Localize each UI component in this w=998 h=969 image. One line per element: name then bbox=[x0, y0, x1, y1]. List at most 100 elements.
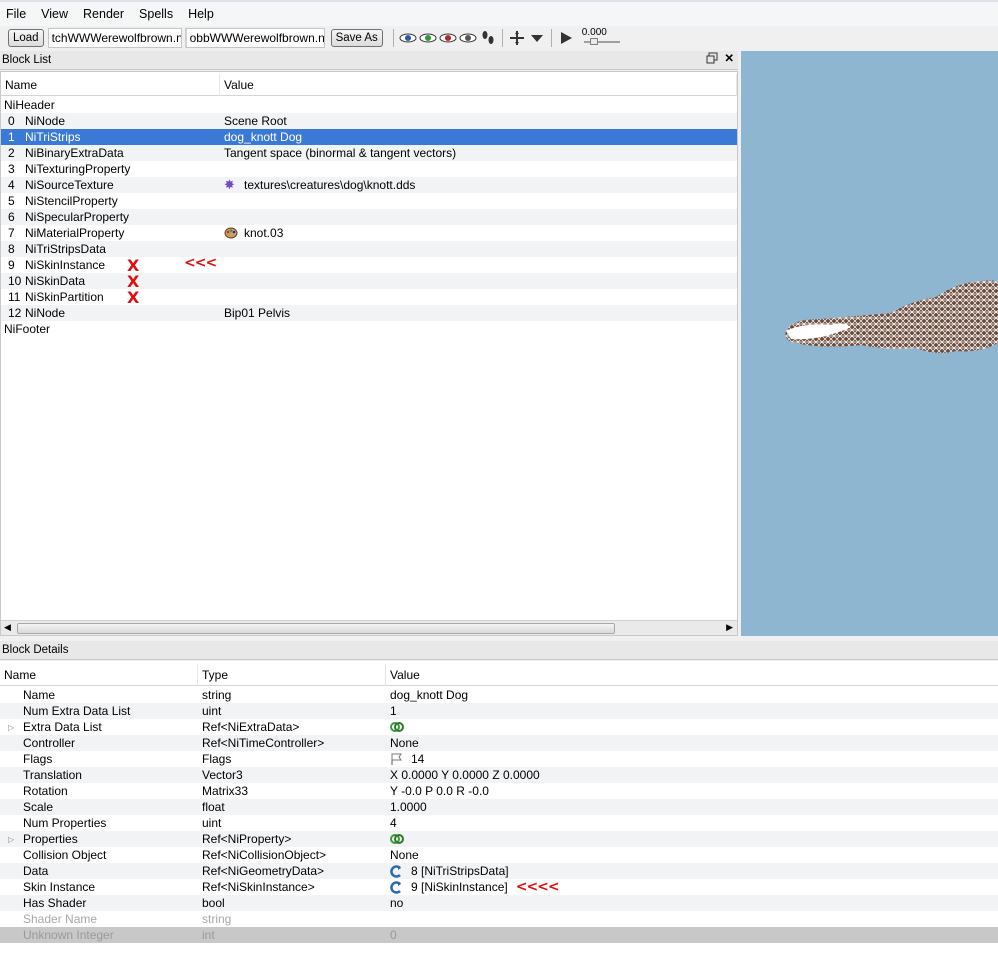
detail-value-cell[interactable]: no bbox=[386, 896, 403, 910]
block-row[interactable]: 10 NiSkinData bbox=[1, 273, 737, 289]
block-row[interactable]: 2 NiBinaryExtraData Tangent space (binorma… bbox=[1, 145, 737, 161]
detail-row[interactable]: ▷ Properties Ref<NiProperty> bbox=[0, 831, 998, 847]
row-index: 4 bbox=[8, 178, 15, 192]
menu-view[interactable]: View bbox=[41, 7, 68, 21]
block-row[interactable]: 3 NiTexturingProperty bbox=[1, 161, 737, 177]
detail-value-cell[interactable]: 1.0000 bbox=[386, 800, 427, 814]
detail-value-cell[interactable]: dog_knott Dog bbox=[386, 688, 468, 702]
view-eye-grey-icon[interactable] bbox=[458, 28, 478, 48]
detail-type: bool bbox=[202, 896, 225, 910]
detail-value-cell[interactable] bbox=[386, 721, 408, 733]
detail-row[interactable]: Unknown Integer int 0 bbox=[0, 927, 998, 943]
detail-value-cell[interactable]: 14 bbox=[386, 752, 424, 766]
detail-value-cell[interactable]: None bbox=[386, 736, 419, 750]
detail-value-cell[interactable]: 1 bbox=[386, 704, 397, 718]
detail-value-cell[interactable]: 9 [NiSkinInstance] <<<< bbox=[386, 879, 560, 895]
tree-row-header[interactable]: NiHeader bbox=[1, 97, 737, 113]
row-name: NiSkinData bbox=[25, 274, 86, 288]
row-name: NiFooter bbox=[4, 322, 51, 336]
load-button[interactable]: Load bbox=[8, 29, 44, 47]
scroll-thumb[interactable] bbox=[17, 623, 615, 634]
load-file-field[interactable]: tchWWWerewolfbrown.nif bbox=[47, 28, 182, 48]
block-row[interactable]: 4 NiSourceTexture ✸ textures\creatures\dog\… bbox=[1, 177, 737, 193]
block-row[interactable]: 5 NiStencilProperty bbox=[1, 193, 737, 209]
detail-row[interactable]: Data Ref<NiGeometryData> 8 [NiTriStripsDat… bbox=[0, 863, 998, 879]
view-eye-green-icon[interactable] bbox=[418, 28, 438, 48]
block-row[interactable]: 1 NiTriStrips dog_knott Dog bbox=[1, 129, 737, 145]
detail-row[interactable]: Rotation Matrix33 Y -0.0 P 0.0 R -0.0 bbox=[0, 783, 998, 799]
play-icon[interactable] bbox=[556, 28, 576, 48]
row-index: 1 bbox=[8, 130, 15, 144]
detail-value-cell[interactable] bbox=[386, 833, 408, 845]
expand-arrow-icon[interactable]: ▷ bbox=[8, 835, 23, 844]
col-value[interactable]: Value bbox=[220, 73, 737, 96]
detail-value-cell[interactable]: X 0.0000 Y 0.0000 Z 0.0000 bbox=[386, 768, 540, 782]
detail-name: Translation bbox=[23, 768, 82, 782]
block-row[interactable]: 12 NiNode Bip01 Pelvis bbox=[1, 305, 737, 321]
detail-row[interactable]: Collision Object Ref<NiCollisionObject> No… bbox=[0, 847, 998, 863]
slider-thumb[interactable] bbox=[589, 38, 598, 45]
detail-row[interactable]: Num Extra Data List uint 1 bbox=[0, 703, 998, 719]
block-row[interactable]: 11 NiSkinPartition bbox=[1, 289, 737, 305]
detail-row[interactable]: Flags Flags 14 bbox=[0, 751, 998, 767]
detail-type: Ref<NiProperty> bbox=[202, 832, 292, 846]
save-as-button[interactable]: Save As bbox=[330, 29, 383, 47]
detail-row[interactable]: ▷ Extra Data List Ref<NiExtraData> bbox=[0, 719, 998, 735]
col-value[interactable]: Value bbox=[386, 664, 998, 686]
time-slider[interactable]: 0.000 bbox=[582, 27, 622, 49]
col-type[interactable]: Type bbox=[198, 663, 386, 686]
detail-value-cell[interactable]: None bbox=[386, 848, 419, 862]
detail-value-cell[interactable]: 0 bbox=[386, 928, 397, 942]
horizontal-scrollbar[interactable]: ◀ ▶ bbox=[1, 620, 737, 635]
scroll-right-icon[interactable]: ▶ bbox=[726, 622, 733, 633]
render-viewport[interactable] bbox=[741, 51, 998, 636]
toolbar-separator bbox=[392, 29, 394, 47]
block-row[interactable]: 7 NiMaterialProperty knot.03 bbox=[1, 225, 737, 241]
detail-row[interactable]: Shader Name string bbox=[0, 911, 998, 927]
menu-file[interactable]: File bbox=[6, 7, 26, 21]
detail-name-cell: Data bbox=[0, 864, 198, 878]
detail-name-cell: Skin Instance bbox=[0, 880, 198, 894]
col-name[interactable]: Name bbox=[1, 73, 220, 96]
dropdown-icon[interactable] bbox=[527, 28, 547, 48]
row-index: 5 bbox=[8, 194, 15, 208]
footprint-icon[interactable] bbox=[478, 28, 498, 48]
save-file-field[interactable]: obbWWWerewolfbrown.nif bbox=[184, 28, 325, 48]
detail-type: string bbox=[202, 912, 232, 926]
block-row[interactable]: 0 NiNode Scene Root bbox=[1, 113, 737, 129]
ref-icon bbox=[390, 864, 411, 878]
scroll-left-icon[interactable]: ◀ bbox=[4, 622, 11, 633]
detail-value-cell[interactable]: 4 bbox=[386, 816, 397, 830]
expand-arrow-icon[interactable]: ▷ bbox=[8, 723, 23, 732]
view-eye-red-icon[interactable] bbox=[438, 28, 458, 48]
float-icon[interactable] bbox=[706, 52, 718, 67]
block-row[interactable]: 6 NiSpecularProperty bbox=[1, 209, 737, 225]
menu-help[interactable]: Help bbox=[188, 7, 214, 21]
block-list-table: Name Value NiHeader 0 NiNode Scene Root 1 NiT… bbox=[0, 71, 738, 636]
detail-row[interactable]: Num Properties uint 4 bbox=[0, 815, 998, 831]
detail-row[interactable]: Controller Ref<NiTimeController> None bbox=[0, 735, 998, 751]
detail-row[interactable]: Scale float 1.0000 bbox=[0, 799, 998, 815]
block-row[interactable]: 8 NiTriStripsData bbox=[1, 241, 737, 257]
detail-type: Flags bbox=[202, 752, 232, 766]
view-eye-blue-icon[interactable] bbox=[398, 28, 418, 48]
detail-value-cell[interactable]: Y -0.0 P 0.0 R -0.0 bbox=[386, 784, 489, 798]
menu-render[interactable]: Render bbox=[83, 7, 124, 21]
row-value: Bip01 Pelvis bbox=[224, 306, 291, 320]
col-name[interactable]: Name bbox=[0, 663, 198, 686]
move-icon[interactable] bbox=[507, 28, 527, 48]
detail-row[interactable]: Translation Vector3 X 0.0000 Y 0.0000 Z 0.… bbox=[0, 767, 998, 783]
detail-row[interactable]: Has Shader bool no bbox=[0, 895, 998, 911]
detail-row[interactable]: Skin Instance Ref<NiSkinInstance> 9 [NiSki… bbox=[0, 879, 998, 895]
detail-value-cell[interactable]: 8 [NiTriStripsData] bbox=[386, 864, 509, 878]
block-row[interactable]: 9 NiSkinInstance bbox=[1, 257, 737, 273]
row-name: NiHeader bbox=[4, 98, 55, 112]
menu-bar: File View Render Spells Help bbox=[0, 0, 998, 26]
close-icon[interactable]: ✕ bbox=[724, 51, 734, 65]
tree-row-footer[interactable]: NiFooter bbox=[1, 321, 737, 337]
detail-name: Extra Data List bbox=[23, 720, 102, 734]
detail-row[interactable]: Name string dog_knott Dog bbox=[0, 687, 998, 703]
menu-spells[interactable]: Spells bbox=[139, 7, 173, 21]
row-name: NiNode bbox=[25, 114, 66, 128]
detail-type: string bbox=[202, 688, 232, 702]
